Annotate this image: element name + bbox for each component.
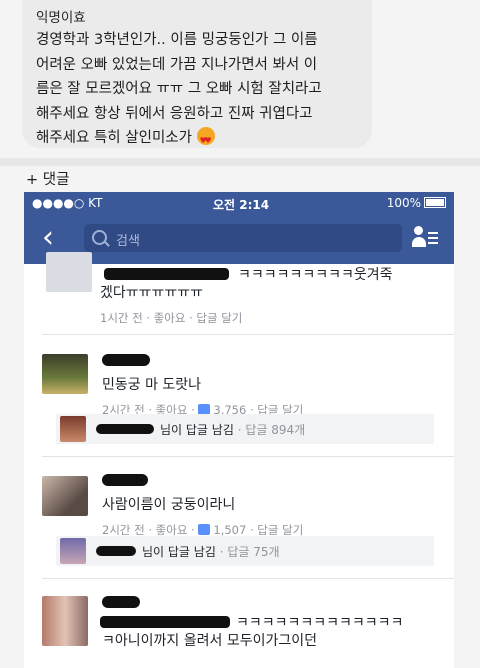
- comment-text: 겠다ㅠㅠㅠㅠㅠㅠ: [100, 285, 204, 301]
- reply-count: · 답글 894개: [237, 423, 306, 437]
- comment-label: + 댓글: [26, 172, 70, 188]
- back-chevron-icon[interactable]: ‹: [42, 220, 54, 255]
- avatar[interactable]: [42, 596, 88, 646]
- reply-count: · 답글 75개: [219, 545, 280, 559]
- reply-summary[interactable]: 님이 답글 남김 · 답글 894개: [56, 414, 434, 444]
- status-bar: ●●●●○ KT 오전 2:14 100%: [24, 192, 454, 214]
- avatar: [46, 252, 92, 292]
- post-line: 름은 잘 모르겠어요 ㅠㅠ 그 오빠 시험 잘치라고: [36, 81, 322, 97]
- heart-eyes-emoji-icon: [196, 127, 215, 154]
- redacted-name: [96, 546, 136, 556]
- search-placeholder: 검색: [116, 234, 140, 249]
- post-line: 어려운 오빠 있었는데 가끔 지나가면서 봐서 이: [36, 56, 318, 73]
- meta-time: 2시간 전 · 좋아요 ·: [102, 523, 195, 537]
- divider: [42, 456, 454, 457]
- post-line: 해주세요 항상 뒤에서 응원하고 진짜 귀엽다고: [36, 105, 313, 122]
- comment-text: 사람이름이 궁둥이라니: [102, 497, 236, 513]
- redaction-scribble: [104, 268, 229, 280]
- post-body: 경영학과 3학년인가.. 이름 밍궁둥인가 그 이름 어려운 오빠 있었는데 가…: [36, 28, 376, 154]
- comment-text: ㅋㅋㅋㅋㅋㅋㅋㅋㅋ웃겨죽: [238, 267, 393, 283]
- search-icon: [92, 230, 107, 245]
- like-count: 1,507: [213, 523, 247, 537]
- like-thumb-icon: [198, 524, 211, 535]
- divider: [42, 334, 454, 335]
- comment-text: ㅋ아니이까지 올려서 모두이가그이던: [102, 633, 317, 649]
- battery-percent: 100%: [386, 196, 421, 210]
- post-bubble: 익명이효 경영학과 3학년인가.. 이름 밍궁둥인가 그 이름 어려운 오빠 있…: [22, 0, 372, 154]
- redacted-name: [102, 596, 140, 608]
- redacted-name: [96, 424, 154, 434]
- avatar: [60, 416, 86, 442]
- reply-summary[interactable]: 님이 답글 남김 · 답글 75개: [56, 536, 434, 566]
- redaction-scribble: [100, 616, 230, 628]
- search-input[interactable]: 검색: [84, 224, 402, 252]
- avatar[interactable]: [42, 354, 88, 394]
- avatar[interactable]: [42, 476, 88, 516]
- comment-text: ㅋㅋㅋㅋㅋㅋㅋㅋㅋㅋㅋㅋㅋ: [236, 615, 404, 631]
- reply-label: 님이 답글 남김: [160, 423, 234, 437]
- battery-status: 100%: [387, 196, 446, 210]
- status-time: 오전 2:14: [213, 198, 270, 212]
- redacted-name: [102, 474, 148, 486]
- reply-text: 님이 답글 남김 · 답글 894개: [160, 421, 305, 438]
- reply-label: 님이 답글 남김: [142, 545, 216, 559]
- friend-requests-icon[interactable]: [412, 226, 440, 252]
- divider: [42, 578, 454, 579]
- battery-icon: [424, 197, 446, 208]
- comment-text: 민동궁 마 도랏나: [102, 377, 202, 393]
- reply-link[interactable]: · 답글 달기: [250, 523, 303, 537]
- post-line: 해주세요 특히 살인미소가: [36, 126, 376, 154]
- post-line: 경영학과 3학년인가.. 이름 밍궁둥인가 그 이름: [36, 32, 318, 48]
- reply-text: 님이 답글 남김 · 답글 75개: [142, 543, 280, 560]
- carrier-signal: ●●●●○ KT: [32, 196, 103, 210]
- facebook-screenshot: ●●●●○ KT 오전 2:14 100% ‹ 검색 ㅋㅋㅋㅋㅋㅋㅋㅋㅋ웃겨죽 …: [24, 192, 454, 668]
- comment-meta[interactable]: 1시간 전 · 좋아요 · 답글 달기: [100, 310, 242, 326]
- redacted-name: [102, 354, 150, 366]
- post-line-text: 해주세요 특히 살인미소가: [36, 130, 192, 146]
- section-divider: [0, 158, 480, 166]
- avatar: [60, 538, 86, 564]
- post-author: 익명이효: [36, 10, 86, 26]
